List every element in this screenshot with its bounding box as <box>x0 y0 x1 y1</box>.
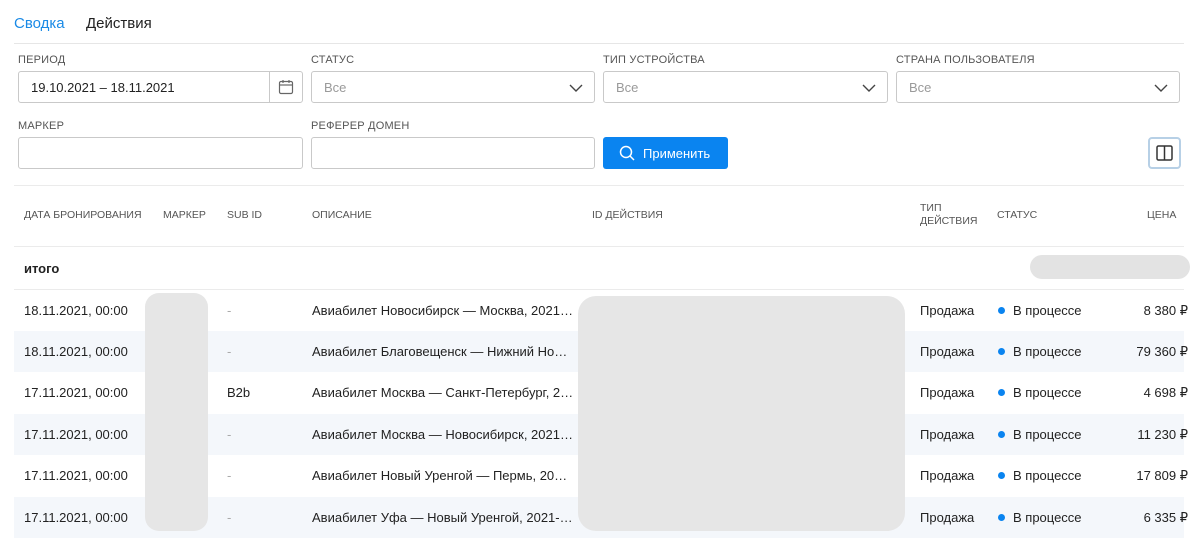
search-icon <box>619 145 635 161</box>
action-type: Продажа <box>920 385 975 400</box>
device-filter-label: ТИП УСТРОЙСТВА <box>603 54 705 66</box>
apply-button[interactable]: Применить <box>603 137 728 169</box>
divider <box>14 246 1184 247</box>
status-text: В процессе <box>1013 427 1082 442</box>
total-value-redacted <box>1030 255 1190 279</box>
tab-summary[interactable]: Сводка <box>14 15 65 33</box>
booking-date: 17.11.2021, 00:00 <box>24 427 128 442</box>
action-type: Продажа <box>920 427 975 442</box>
status-dot-icon <box>998 348 1005 355</box>
description: Авиабилет Москва — Санкт-Петербург, 2021… <box>312 386 574 400</box>
period-field[interactable]: 19.10.2021 – 18.11.2021 <box>18 71 303 103</box>
divider <box>269 72 270 102</box>
referrer-filter-label: РЕФЕРЕР ДОМЕН <box>311 120 410 132</box>
status-text: В процессе <box>1013 344 1082 359</box>
sub-id: - <box>227 303 232 318</box>
col-header-action-type: ТИП ДЕЙСТВИЯ <box>920 202 977 228</box>
sub-id: B2b <box>227 385 251 400</box>
status-text: В процессе <box>1013 385 1082 400</box>
description: Авиабилет Новый Уренгой — Пермь, 2021-11… <box>312 469 574 483</box>
col-header-price-clip: ЦЕНА <box>1140 205 1184 225</box>
country-select[interactable]: Все <box>896 71 1180 103</box>
period-label: ПЕРИОД <box>18 54 66 66</box>
booking-date: 17.11.2021, 00:00 <box>24 468 128 483</box>
col-header-marker: МАРКЕР <box>163 209 206 221</box>
booking-date: 17.11.2021, 00:00 <box>24 510 128 525</box>
apply-button-label: Применить <box>643 146 711 161</box>
price: 11 230 ₽ <box>1137 427 1188 442</box>
marker-input[interactable] <box>18 137 303 169</box>
description: Авиабилет Новосибирск — Москва, 2021-12-… <box>312 304 574 318</box>
chevron-down-icon <box>862 84 876 92</box>
price: 17 809 ₽ <box>1136 468 1188 483</box>
col-header-action-id: ID ДЕЙСТВИЯ <box>592 209 663 221</box>
sub-id: - <box>227 427 232 442</box>
sub-id: - <box>227 344 232 359</box>
col-header-status: СТАТУС <box>997 209 1038 221</box>
status-filter-label: СТАТУС <box>311 54 355 66</box>
price: 6 335 ₽ <box>1143 510 1188 525</box>
calendar-icon[interactable] <box>278 79 294 95</box>
status-select-value: Все <box>324 80 347 95</box>
status-select[interactable]: Все <box>311 71 595 103</box>
action-id-column-redacted <box>578 296 905 531</box>
action-type: Продажа <box>920 468 975 483</box>
price: 8 380 ₽ <box>1143 303 1188 318</box>
country-select-value: Все <box>909 80 932 95</box>
action-type: Продажа <box>920 510 975 525</box>
booking-date: 18.11.2021, 00:00 <box>24 303 128 318</box>
tab-bar: Сводка Действия <box>14 0 1184 44</box>
col-header-description: ОПИСАНИЕ <box>312 209 372 221</box>
status-text: В процессе <box>1013 303 1082 318</box>
description: Авиабилет Москва — Новосибирск, 2021-12-… <box>312 428 574 442</box>
tab-actions[interactable]: Действия <box>86 15 152 33</box>
country-filter-label: СТРАНА ПОЛЬЗОВАТЕЛЯ <box>896 54 1035 66</box>
marker-filter-label: МАРКЕР <box>18 120 65 132</box>
referrer-input[interactable] <box>311 137 595 169</box>
action-type: Продажа <box>920 303 975 318</box>
device-select-value: Все <box>616 80 639 95</box>
action-type: Продажа <box>920 344 975 359</box>
status-dot-icon <box>998 472 1005 479</box>
col-header-date: ДАТА БРОНИРОВАНИЯ <box>24 209 142 221</box>
columns-icon <box>1156 145 1173 161</box>
price: 4 698 ₽ <box>1143 385 1188 400</box>
device-select[interactable]: Все <box>603 71 888 103</box>
status-dot-icon <box>998 307 1005 314</box>
marker-column-redacted <box>145 293 208 531</box>
status-dot-icon <box>998 389 1005 396</box>
divider <box>14 185 1184 186</box>
col-header-subid: SUB ID <box>227 209 263 221</box>
sub-id: - <box>227 510 232 525</box>
status-text: В процессе <box>1013 510 1082 525</box>
col-header-price: ЦЕНА <box>1147 209 1177 221</box>
status-text: В процессе <box>1013 468 1082 483</box>
col-header-action-type-line1: ТИП <box>920 202 942 214</box>
booking-date: 18.11.2021, 00:00 <box>24 344 128 359</box>
status-dot-icon <box>998 431 1005 438</box>
period-value: 19.10.2021 – 18.11.2021 <box>31 80 175 95</box>
chevron-down-icon <box>569 84 583 92</box>
columns-toggle-button[interactable] <box>1148 137 1181 169</box>
price: 79 360 ₽ <box>1136 344 1188 359</box>
status-dot-icon <box>998 514 1005 521</box>
description: Авиабилет Благовещенск — Нижний Новгород <box>312 345 574 359</box>
description: Авиабилет Уфа — Новый Уренгой, 2021-11-3… <box>312 511 574 525</box>
total-label: итого <box>24 261 60 276</box>
sub-id: - <box>227 468 232 483</box>
booking-date: 17.11.2021, 00:00 <box>24 385 128 400</box>
chevron-down-icon <box>1154 84 1168 92</box>
col-header-action-type-line2: ДЕЙСТВИЯ <box>920 215 978 227</box>
